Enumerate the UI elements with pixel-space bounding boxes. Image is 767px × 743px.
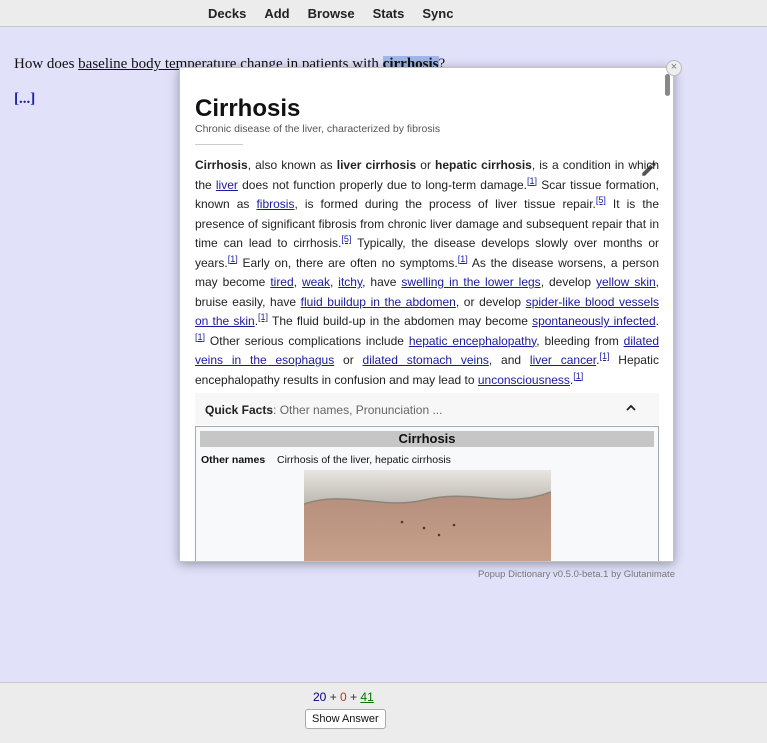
article-paragraph: Cirrhosis, also known as liver cirrhosis… <box>195 156 659 390</box>
citation-link[interactable]: [1] <box>458 254 468 264</box>
paragraph-text: , is formed during the process of liver … <box>294 197 596 211</box>
nav-browse[interactable]: Browse <box>299 0 364 27</box>
title-divider <box>195 144 243 145</box>
paragraph-text: , have <box>362 275 402 289</box>
quick-facts-label: Quick Facts: Other names, Pronunciation … <box>205 403 443 417</box>
top-toolbar: Decks Add Browse Stats Sync <box>0 0 767 27</box>
due-counts: 20 + 0 + 41 <box>313 690 374 704</box>
article-link[interactable]: fibrosis <box>256 197 294 211</box>
bold-term: Cirrhosis <box>195 158 248 172</box>
paragraph-text: , develop <box>540 275 596 289</box>
article-link[interactable]: dilated stomach veins <box>363 353 489 367</box>
article-link[interactable]: yellow skin <box>596 275 656 289</box>
infobox: Cirrhosis Other names Cirrhosis of the l… <box>195 426 659 561</box>
paragraph-text: The fluid build-up in the abdomen may be… <box>268 314 533 328</box>
paragraph-text: or <box>334 353 363 367</box>
popup-credit: Popup Dictionary v0.5.0-beta.1 by Glutan… <box>478 569 675 580</box>
infobox-label: Other names <box>201 454 266 466</box>
paragraph-text: , bleeding from <box>536 333 624 348</box>
infobox-value: Cirrhosis of the liver, hepatic cirrhosi… <box>277 454 451 466</box>
new-count: 20 <box>313 690 327 704</box>
popup-scrollbar[interactable] <box>665 74 670 96</box>
main-nav: Decks Add Browse Stats Sync <box>199 0 462 27</box>
article-link[interactable]: unconsciousness <box>478 373 570 387</box>
paragraph-text: Other serious complications include <box>205 333 409 348</box>
paragraph-text: or <box>416 158 436 172</box>
nav-sync[interactable]: Sync <box>413 0 462 27</box>
citation-link[interactable]: [1] <box>573 371 583 381</box>
nav-stats[interactable]: Stats <box>364 0 414 27</box>
citation-link[interactable]: [5] <box>341 234 351 244</box>
paragraph-text: , <box>293 275 302 289</box>
citation-link[interactable]: [5] <box>596 195 606 205</box>
citation-link[interactable]: [1] <box>195 332 205 342</box>
paragraph-text: , also known as <box>247 158 337 172</box>
bold-term: liver cirrhosis <box>336 158 417 172</box>
paragraph-text: , and <box>488 353 530 367</box>
infobox-title: Cirrhosis <box>200 431 654 447</box>
article-link[interactable]: fluid buildup in the abdomen <box>301 295 456 309</box>
cloze-placeholder: [...] <box>14 91 36 107</box>
article-link[interactable]: tired <box>270 275 293 289</box>
citation-link[interactable]: [1] <box>228 254 238 264</box>
popup-close-button[interactable]: × <box>666 60 682 76</box>
paragraph-text: does not function properly due to long-t… <box>237 177 528 192</box>
paragraph-text: Early on, there are often no symptoms. <box>237 255 458 270</box>
citation-link[interactable]: [1] <box>599 351 609 361</box>
paragraph-text: , or develop <box>455 294 526 309</box>
article-link[interactable]: swelling in the lower legs <box>401 275 540 289</box>
citation-link[interactable]: [1] <box>258 312 268 322</box>
popup-title: Cirrhosis <box>195 95 301 122</box>
popup-subtitle: Chronic disease of the liver, characteri… <box>195 123 441 135</box>
article-link[interactable]: weak <box>302 275 330 289</box>
paragraph-text: . <box>655 314 659 328</box>
review-count: 41 <box>360 690 374 704</box>
dictionary-popup: Cirrhosis Chronic disease of the liver, … <box>179 67 674 562</box>
citation-link[interactable]: [1] <box>527 176 537 186</box>
nav-add[interactable]: Add <box>255 0 298 27</box>
article-link[interactable]: liver <box>216 178 238 192</box>
learn-count: 0 <box>340 690 347 704</box>
article-link[interactable]: hepatic encephalopathy <box>409 334 536 348</box>
nav-decks[interactable]: Decks <box>199 0 255 27</box>
bottom-bar: 20 + 0 + 41 Show Answer <box>0 682 767 743</box>
article-link[interactable]: itchy <box>338 275 362 289</box>
infobox-photo <box>304 470 551 561</box>
show-answer-button[interactable]: Show Answer <box>305 709 386 729</box>
article-link[interactable]: spontaneously infected <box>532 314 656 328</box>
article-link[interactable]: liver cancer <box>530 353 596 367</box>
quick-facts-toggle[interactable]: Quick Facts: Other names, Pronunciation … <box>195 393 659 425</box>
chevron-up-icon[interactable] <box>625 402 637 414</box>
question-pre: How does <box>14 56 79 72</box>
bold-term: hepatic cirrhosis <box>435 158 532 172</box>
